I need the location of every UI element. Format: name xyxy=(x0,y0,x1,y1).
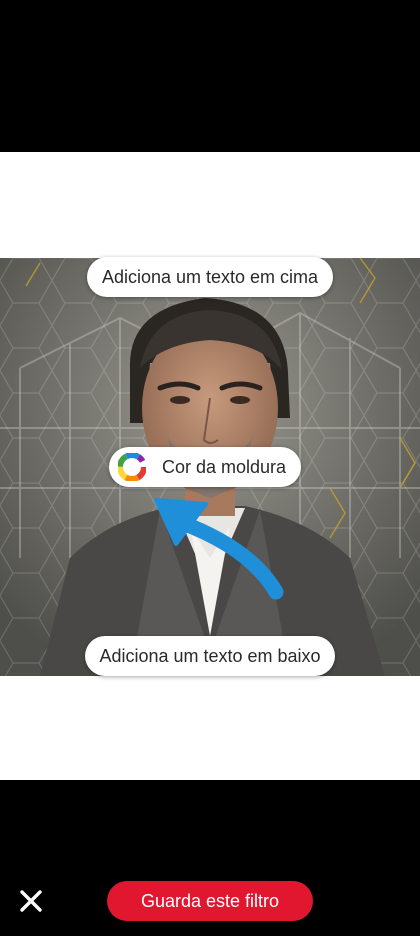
top-text-input[interactable]: Adiciona um texto em cima xyxy=(87,257,333,297)
close-icon xyxy=(20,890,42,912)
color-wheel-icon xyxy=(117,452,147,482)
close-button[interactable] xyxy=(14,884,48,918)
frame-color-label: Cor da moldura xyxy=(162,456,287,477)
frame-color-button[interactable]: Cor da moldura xyxy=(109,447,301,487)
screen: Adiciona um texto em cima Cor da moldura… xyxy=(0,0,420,936)
bottom-text-input[interactable]: Adiciona um texto em baixo xyxy=(85,636,335,676)
bottom-text-label: Adiciona um texto em baixo xyxy=(99,645,321,666)
top-text-label: Adiciona um texto em cima xyxy=(101,266,319,287)
save-filter-button[interactable]: Guarda este filtro xyxy=(107,881,313,921)
